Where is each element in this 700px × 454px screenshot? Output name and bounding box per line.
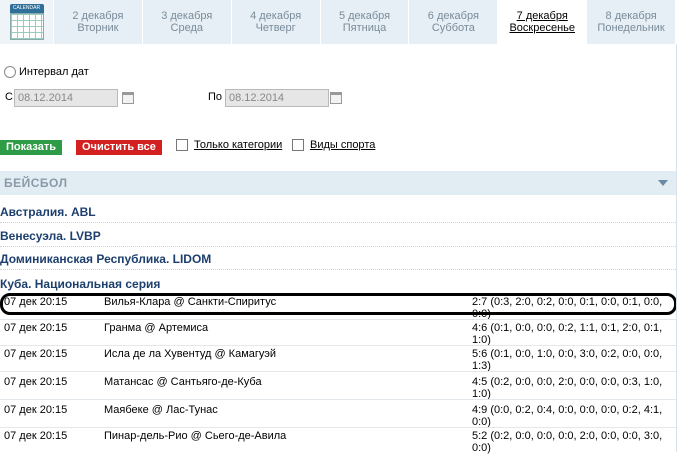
date-interval-option[interactable]: Интервал дат: [4, 66, 89, 78]
checkbox-box[interactable]: [292, 139, 304, 151]
tab-weekday: Понедельник: [597, 22, 665, 34]
right-edge-divider: [676, 44, 677, 452]
tab-day-5-active[interactable]: 7 декабря Воскресенье: [498, 0, 587, 44]
tab-weekday: Воскресенье: [509, 22, 575, 34]
match-score: 5:2 (0:2, 0:0, 0:0, 0:0, 2:0, 0:0, 0:0, …: [472, 430, 663, 454]
calendar-icon: CALENDAR: [9, 4, 44, 40]
match-row[interactable]: 07 дек 20:15 Матансас @ Сантьяго-де-Куба…: [0, 374, 676, 400]
only-categories-link[interactable]: Только категории: [194, 139, 282, 151]
match-teams: Исла де ла Хувентуд @ Камагуэй: [104, 348, 277, 360]
row-divider: [0, 371, 676, 372]
match-teams: Матансас @ Сантьяго-де-Куба: [104, 376, 262, 388]
tab-weekday: Вторник: [77, 22, 119, 34]
divider: [0, 222, 676, 223]
tab-date: 5 декабря: [338, 10, 391, 22]
match-teams: Гранма @ Артемиса: [104, 322, 209, 334]
sport-section-header[interactable]: БЕЙСБОЛ: [0, 171, 676, 195]
only-categories-checkbox[interactable]: Только категории: [176, 139, 282, 151]
match-row[interactable]: 07 дек 20:15 Маябеке @ Лас-Тунас 4:9 (0:…: [0, 402, 676, 428]
to-date-input[interactable]: [225, 89, 329, 107]
section-title: БЕЙСБОЛ: [4, 176, 68, 190]
tab-weekday: Среда: [170, 22, 204, 34]
calendar-icon-label: CALENDAR: [9, 4, 44, 13]
match-score: 5:6 (0:1, 0:0, 1:0, 0:0, 3:0, 0:2, 0:0, …: [472, 348, 663, 372]
interval-label: Интервал дат: [19, 66, 89, 78]
from-date-input[interactable]: [14, 89, 118, 107]
match-teams: Маябеке @ Лас-Тунас: [104, 404, 218, 416]
divider: [0, 269, 676, 270]
match-time: 07 дек 20:15: [4, 430, 68, 442]
match-teams: Пинар-дель-Рио @ Сьего-де-Авила: [104, 430, 287, 442]
tab-weekday: Суббота: [431, 22, 475, 34]
tab-date: 3 декабря: [161, 10, 213, 22]
tab-day-1[interactable]: 3 декабря Среда: [142, 0, 231, 44]
tab-date: 2 декабря: [72, 10, 124, 22]
league-header[interactable]: Австралия. ABL: [0, 205, 676, 219]
tab-date: 4 декабря: [250, 10, 302, 22]
match-time: 07 дек 20:15: [4, 322, 68, 334]
match-time: 07 дек 20:15: [4, 404, 68, 416]
calendar-button[interactable]: CALENDAR: [0, 0, 54, 44]
tab-day-4[interactable]: 6 декабря Суббота: [409, 0, 498, 44]
sports-checkbox[interactable]: Виды спорта: [292, 139, 375, 151]
match-time: 07 дек 20:15: [4, 376, 68, 388]
tab-weekday: Четверг: [255, 22, 296, 34]
sports-link[interactable]: Виды спорта: [310, 139, 375, 151]
tab-date: 7 декабря: [516, 10, 568, 22]
clear-all-button[interactable]: Очистить все: [76, 140, 162, 155]
tab-date: 6 декабря: [427, 10, 479, 22]
league-header[interactable]: Куба. Национальная серия: [0, 277, 676, 291]
from-calendar-icon[interactable]: [122, 92, 134, 104]
divider: [0, 246, 676, 247]
to-label: По: [208, 91, 223, 103]
match-row[interactable]: 07 дек 20:15 Гранма @ Артемиса 4:6 (0:1,…: [0, 320, 676, 346]
match-score: 4:5 (0:2, 0:0, 0:0, 2:0, 0:0, 0:0, 0:3, …: [472, 376, 663, 400]
collapse-arrow-icon[interactable]: [658, 180, 668, 186]
match-time: 07 дек 20:15: [4, 348, 68, 360]
league-header[interactable]: Доминиканская Республика. LIDOM: [0, 252, 676, 266]
league-header[interactable]: Венесуэла. LVBP: [0, 229, 676, 243]
from-label: С: [5, 91, 13, 103]
tab-day-6[interactable]: 8 декабря Понедельник: [587, 0, 676, 44]
tab-day-3[interactable]: 5 декабря Пятница: [320, 0, 409, 44]
tab-day-2[interactable]: 4 декабря Четверг: [231, 0, 320, 44]
interval-radio[interactable]: [4, 66, 16, 78]
tab-weekday: Пятница: [342, 22, 387, 34]
show-button[interactable]: Показать: [0, 140, 62, 155]
match-row[interactable]: 07 дек 20:15 Исла де ла Хувентуд @ Камаг…: [0, 346, 676, 372]
date-tab-bar: CALENDAR 2 декабря Вторник 3 декабря Среда…: [0, 0, 676, 44]
row-divider: [0, 399, 676, 400]
match-row[interactable]: 07 дек 20:15 Пинар-дель-Рио @ Сьего-де-А…: [0, 428, 676, 454]
tab-date: 8 декабря: [605, 10, 657, 22]
highlight-outline: [0, 293, 677, 315]
checkbox-box[interactable]: [176, 139, 188, 151]
match-score: 4:9 (0:0, 0:2, 0:4, 0:0, 0:0, 0:0, 0:2, …: [472, 404, 663, 428]
to-calendar-icon[interactable]: [330, 92, 342, 104]
tab-day-0[interactable]: 2 декабря Вторник: [54, 0, 142, 44]
match-score: 4:6 (0:1, 0:0, 0:0, 0:2, 1:1, 0:1, 2:0, …: [472, 322, 663, 346]
